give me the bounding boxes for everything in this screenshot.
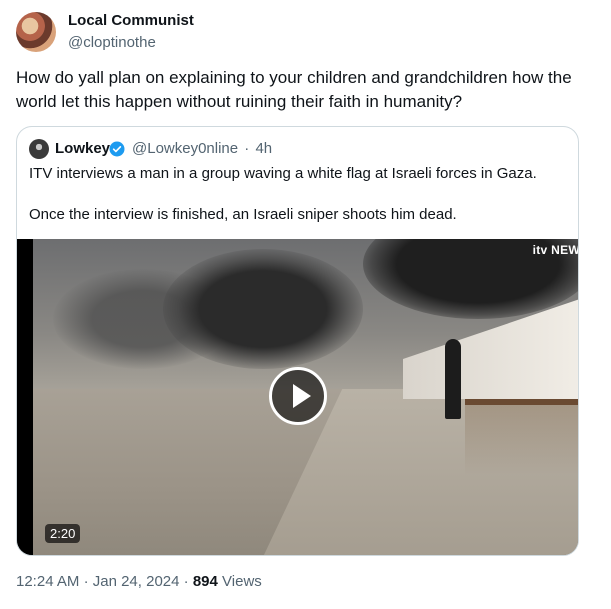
- tweet: Local Communist @cloptinothe How do yall…: [0, 0, 611, 609]
- meta-separator: ·: [183, 573, 189, 590]
- quoted-author-name[interactable]: Lowkey: [55, 140, 110, 157]
- tweet-text: How do yall plan on explaining to your c…: [16, 68, 572, 111]
- bench: [465, 399, 578, 475]
- tweet-meta: 12:24 AM · Jan 24, 2024 · 894 Views: [16, 573, 262, 590]
- tweet-date[interactable]: Jan 24, 2024: [93, 573, 180, 590]
- itv-watermark: itv NEW: [532, 243, 579, 257]
- quoted-tweet[interactable]: Lowkey @Lowkey0nline · 4h ITV interviews…: [16, 126, 579, 556]
- video-letterbox: [17, 239, 33, 555]
- quoted-text-line2: Once the interview is finished, an Israe…: [29, 206, 457, 223]
- author-avatar[interactable]: [16, 12, 56, 52]
- quoted-separator: ·: [244, 140, 250, 157]
- author-handle[interactable]: @cloptinothe: [68, 34, 156, 51]
- views-label[interactable]: Views: [222, 573, 262, 590]
- smoke-cloud: [163, 249, 363, 369]
- quoted-time[interactable]: 4h: [255, 140, 272, 157]
- views-count[interactable]: 894: [193, 573, 218, 590]
- person-figure: [445, 339, 461, 419]
- video-player[interactable]: itv NEW 2:20: [17, 239, 579, 555]
- meta-separator: ·: [83, 573, 89, 590]
- quoted-author-handle[interactable]: @Lowkey0nline: [132, 140, 238, 157]
- play-icon[interactable]: [269, 367, 327, 425]
- quoted-meta: @Lowkey0nline · 4h: [132, 140, 272, 157]
- author-name[interactable]: Local Communist: [68, 12, 194, 29]
- tweet-time[interactable]: 12:24 AM: [16, 573, 79, 590]
- quoted-author-avatar[interactable]: [29, 139, 49, 159]
- video-duration: 2:20: [45, 524, 81, 543]
- verified-badge-icon: [109, 141, 125, 157]
- quoted-text-line1: ITV interviews a man in a group waving a…: [29, 165, 537, 182]
